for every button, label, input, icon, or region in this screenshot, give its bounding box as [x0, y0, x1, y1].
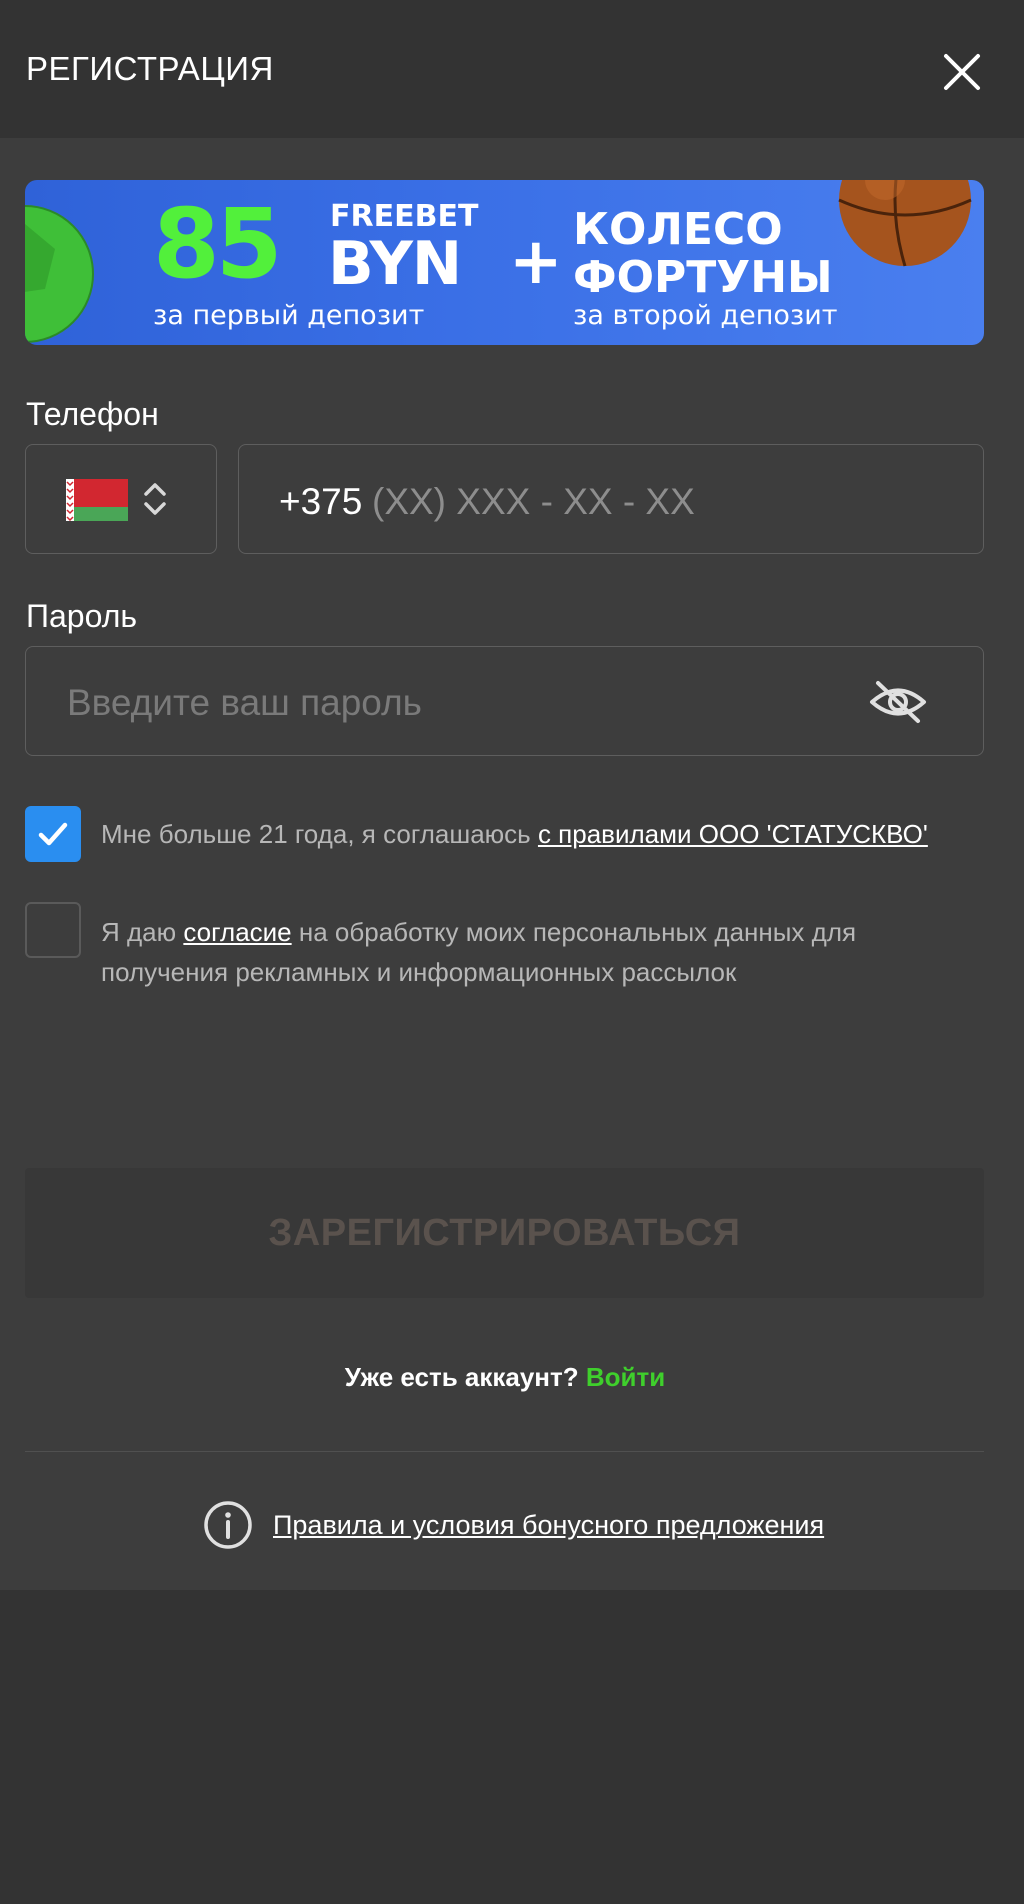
banner-freebet: FREEBET — [330, 199, 479, 234]
password-input[interactable]: Введите ваш пароль — [25, 646, 984, 756]
marketing-consent-text: Я даю согласие на обработку моих персона… — [101, 912, 981, 992]
page-title: РЕГИСТРАЦИЯ — [26, 50, 274, 87]
eye-off-icon[interactable] — [868, 677, 928, 727]
login-prompt: Уже есть аккаунт? Войти — [0, 1362, 1010, 1393]
phone-placeholder: (XX) XXX - XX - XX — [372, 481, 695, 522]
password-label: Пароль — [26, 598, 138, 634]
consent-text-before: Я даю — [101, 917, 184, 947]
age-agreement-checkbox[interactable] — [25, 806, 81, 862]
banner-wheel-text: КОЛЕСО ФОРТУНЫ — [573, 206, 833, 302]
banner-first-deposit: за первый депозит — [153, 300, 425, 331]
register-button[interactable]: ЗАРЕГИСТРИРОВАТЬСЯ — [25, 1168, 984, 1298]
marketing-consent-checkbox[interactable] — [25, 902, 81, 958]
bonus-terms-link[interactable]: Правила и условия бонусного предложения — [273, 1510, 824, 1541]
info-icon — [204, 1501, 252, 1549]
banner-wheel-line2: ФОРТУНЫ — [573, 252, 833, 303]
close-button[interactable] — [936, 46, 988, 98]
rules-link[interactable]: с правилами ООО 'СТАТУСКВО' — [538, 819, 928, 849]
banner-second-deposit: за второй депозит — [573, 300, 838, 331]
banner-amount: 85 — [153, 188, 283, 300]
country-code-select[interactable] — [25, 444, 217, 554]
football-image — [25, 205, 94, 343]
checkmark-icon — [38, 822, 68, 846]
age-agreement-label: Мне больше 21 года, я соглашаюсь — [101, 819, 538, 849]
age-agreement-text: Мне больше 21 года, я соглашаюсь с прави… — [101, 814, 981, 854]
belarus-flag-icon — [66, 479, 128, 521]
divider — [25, 1451, 984, 1452]
registration-panel: 85 FREEBET BYN + КОЛЕСО ФОРТУНЫ за первы… — [0, 138, 1024, 1590]
phone-prefix: +375 — [279, 481, 363, 522]
close-icon — [944, 54, 980, 90]
phone-label: Телефон — [26, 396, 159, 432]
login-link[interactable]: Войти — [586, 1362, 665, 1392]
banner-currency: BYN — [328, 229, 462, 299]
login-question: Уже есть аккаунт? — [344, 1362, 586, 1392]
header: РЕГИСТРАЦИЯ — [0, 0, 1024, 138]
consent-link[interactable]: согласие — [183, 917, 291, 947]
basketball-image — [838, 180, 972, 267]
phone-input[interactable]: +375 (XX) XXX - XX - XX — [238, 444, 984, 554]
banner-plus: + — [509, 225, 563, 299]
promo-banner[interactable]: 85 FREEBET BYN + КОЛЕСО ФОРТУНЫ за первы… — [25, 180, 984, 345]
password-placeholder: Введите ваш пароль — [67, 682, 422, 723]
bonus-terms-row: Правила и условия бонусного предложения — [203, 1500, 824, 1550]
banner-wheel-line1: КОЛЕСО — [573, 204, 783, 255]
chevron-up-down-icon — [144, 483, 166, 515]
